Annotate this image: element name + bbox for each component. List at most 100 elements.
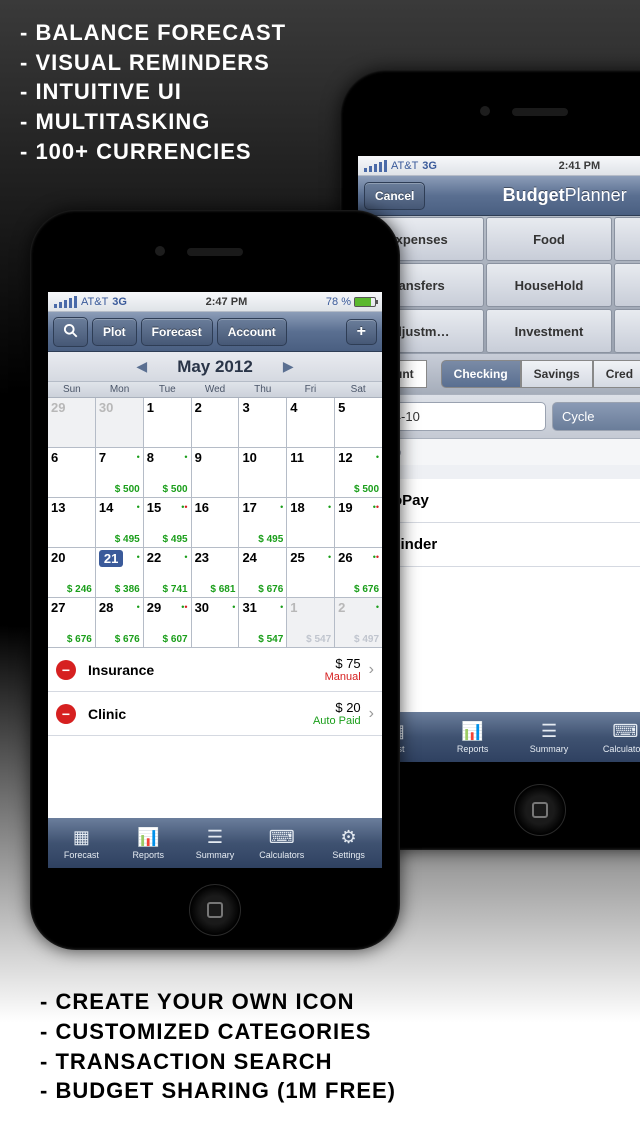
transaction-status: Auto Paid	[313, 715, 361, 727]
calendar: SunMonTueWedThuFriSat 293012345 67•$ 5008…	[48, 382, 382, 648]
calendar-cell[interactable]: 3	[239, 398, 287, 448]
calendar-cell[interactable]: 16	[192, 498, 240, 548]
prev-month-button[interactable]: ◀	[136, 358, 147, 375]
tab-calculators[interactable]: ⌨Calculators	[248, 818, 315, 868]
tab-settings[interactable]: ⚙Settings	[315, 818, 382, 868]
calendar-cell[interactable]: 18•	[287, 498, 335, 548]
list-icon: ☰	[541, 721, 557, 742]
calc-icon: ⌨	[612, 721, 638, 742]
category-cell[interactable]: HouseHold	[486, 263, 611, 307]
segment-credit[interactable]: Cred	[593, 360, 640, 388]
transaction-name: Clinic	[88, 706, 313, 722]
calendar-cell[interactable]: 5	[335, 398, 382, 448]
day-headers: SunMonTueWedThuFriSat	[48, 382, 382, 398]
calendar-cell[interactable]: 15••$ 495	[144, 498, 192, 548]
calendar-cell[interactable]: 24$ 676	[239, 548, 287, 598]
search-button[interactable]	[53, 317, 88, 347]
transaction-row[interactable]: −Clinic$ 20Auto Paid›	[48, 692, 382, 736]
calendar-cell[interactable]: 29••$ 607	[144, 598, 192, 648]
calendar-cell[interactable]: 12•$ 500	[335, 448, 382, 498]
transaction-amount: $ 75	[325, 656, 361, 671]
category-grid: xpenses Food Coffee ansfers HouseHold Di…	[358, 216, 640, 354]
calendar-cell[interactable]: 2	[192, 398, 240, 448]
signal-icon	[364, 160, 387, 172]
tab-bar: ▦Forecast 📊Reports ☰Summary ⌨Calculators…	[48, 818, 382, 868]
calendar-cell[interactable]: 10	[239, 448, 287, 498]
reminder-row: Reminder OFF	[358, 523, 640, 567]
category-cell[interactable]: Coffee	[614, 217, 640, 261]
home-button[interactable]	[514, 784, 566, 836]
plot-button[interactable]: Plot	[92, 318, 137, 346]
account-button[interactable]: Account	[217, 318, 287, 346]
calendar-cell[interactable]: 9	[192, 448, 240, 498]
category-cell[interactable]: Dinner	[614, 263, 640, 307]
calendar-cell[interactable]: 31•$ 547	[239, 598, 287, 648]
calendar-cell[interactable]: 19••	[335, 498, 382, 548]
category-cell[interactable]: Investment	[486, 309, 611, 353]
calendar-cell[interactable]: 20$ 246	[48, 548, 96, 598]
calendar-cell[interactable]: 1$ 547	[287, 598, 335, 648]
calendar-cell[interactable]: 7•$ 500	[96, 448, 144, 498]
calendar-cell[interactable]: 17•$ 495	[239, 498, 287, 548]
calendar-cell[interactable]: 4	[287, 398, 335, 448]
calendar-cell[interactable]: 28•$ 676	[96, 598, 144, 648]
home-button[interactable]	[189, 884, 241, 936]
tab-forecast[interactable]: ▦Forecast	[48, 818, 115, 868]
calendar-cell[interactable]: 21•$ 386	[96, 548, 144, 598]
category-cell[interactable]: Groceries	[614, 309, 640, 353]
tab-summary[interactable]: ☰Summary	[511, 712, 587, 762]
calendar-cell[interactable]: 25•	[287, 548, 335, 598]
calendar-cell[interactable]: 1	[144, 398, 192, 448]
tab-calculators[interactable]: ⌨Calculators	[587, 712, 640, 762]
add-button[interactable]: +	[346, 319, 377, 345]
search-icon	[63, 323, 78, 338]
calendar-cell[interactable]: 26••$ 676	[335, 548, 382, 598]
next-month-button[interactable]: ▶	[283, 358, 294, 375]
cancel-button[interactable]: Cancel	[364, 182, 425, 210]
status-bar: AT&T 3G 2:47 PM 78 %	[48, 292, 382, 312]
grid-icon: ▦	[73, 827, 90, 848]
memo-field[interactable]: Memo	[358, 439, 640, 465]
calendar-cell[interactable]: 6	[48, 448, 96, 498]
delete-icon[interactable]: −	[56, 704, 76, 724]
chevron-right-icon: ›	[369, 661, 374, 679]
tab-reports[interactable]: 📊Reports	[434, 712, 510, 762]
transaction-row[interactable]: −Insurance$ 75Manual ›	[48, 648, 382, 692]
clock: 2:41 PM	[437, 160, 640, 172]
calendar-cell[interactable]: 22•$ 741	[144, 548, 192, 598]
account-segment: mount Checking Savings Cred	[358, 354, 640, 394]
transaction-status: Manual	[325, 671, 361, 683]
calendar-cell[interactable]: 30	[96, 398, 144, 448]
category-cell[interactable]: Food	[486, 217, 611, 261]
cycle-field[interactable]: Cycle	[552, 402, 640, 431]
tab-reports[interactable]: 📊Reports	[115, 818, 182, 868]
clock: 2:47 PM	[127, 296, 326, 308]
toolbar: Plot Forecast Account +	[48, 312, 382, 352]
calendar-cell[interactable]: 14•$ 495	[96, 498, 144, 548]
app-title: BudgetPlanner	[425, 185, 640, 206]
delete-icon[interactable]: −	[56, 660, 76, 680]
segment-checking[interactable]: Checking	[441, 360, 521, 388]
transaction-name: Insurance	[88, 662, 325, 678]
calendar-cell[interactable]: 13	[48, 498, 96, 548]
gear-icon: ⚙	[341, 827, 357, 848]
calendar-cell[interactable]: 30•	[192, 598, 240, 648]
transaction-amount: $ 20	[313, 700, 361, 715]
calendar-cell[interactable]: 8•$ 500	[144, 448, 192, 498]
calendar-cell[interactable]: 11	[287, 448, 335, 498]
screen-front: AT&T 3G 2:47 PM 78 % Plot Forecast Accou…	[48, 292, 382, 868]
calendar-cell[interactable]: 23$ 681	[192, 548, 240, 598]
forecast-button[interactable]: Forecast	[141, 318, 213, 346]
calendar-cell[interactable]: 2•$ 497	[335, 598, 382, 648]
autopay-row: AutoPay ON	[358, 479, 640, 523]
promo-bottom: - CREATE YOUR OWN ICON - CUSTOMIZED CATE…	[40, 987, 396, 1106]
signal-icon	[54, 296, 77, 308]
phone-front: AT&T 3G 2:47 PM 78 % Plot Forecast Accou…	[30, 210, 400, 950]
tab-summary[interactable]: ☰Summary	[182, 818, 249, 868]
month-title: May 2012	[177, 357, 253, 377]
segment-savings[interactable]: Savings	[521, 360, 593, 388]
list-icon: ☰	[207, 827, 223, 848]
calendar-cell[interactable]: 29	[48, 398, 96, 448]
calendar-cell[interactable]: 27$ 676	[48, 598, 96, 648]
chart-icon: 📊	[137, 827, 159, 848]
